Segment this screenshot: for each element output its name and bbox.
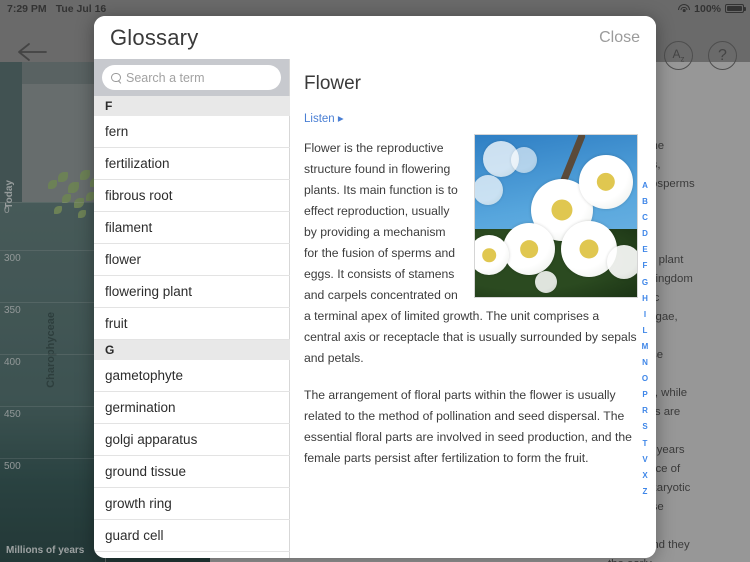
list-item[interactable]: ground tissue	[94, 456, 290, 488]
listen-button[interactable]: Listen ▸	[304, 111, 638, 125]
alpha-index-x[interactable]: X	[642, 468, 647, 484]
alpha-index-o[interactable]: O	[642, 371, 648, 387]
list-item[interactable]: fertilization	[94, 148, 290, 180]
section-header-f: F	[94, 96, 290, 116]
list-item[interactable]: fibrous root	[94, 180, 290, 212]
search-placeholder: Search a term	[126, 70, 205, 85]
list-item[interactable]: filament	[94, 212, 290, 244]
list-item[interactable]: flower	[94, 244, 290, 276]
glossary-term-list[interactable]: Ffern fertilization fibrous root filament fl…	[94, 96, 290, 558]
alpha-index-n[interactable]: N	[642, 355, 648, 371]
alpha-index-a[interactable]: A	[642, 178, 648, 194]
screen: Algae Today Charop	[0, 0, 750, 562]
search-bar-container: Search a term	[94, 59, 289, 96]
alpha-index-f[interactable]: F	[643, 258, 648, 274]
list-item[interactable]: gametophyte	[94, 360, 290, 392]
glossary-body: Search a term Ffern fertilization fibrous …	[94, 59, 656, 558]
alpha-index-v[interactable]: V	[642, 452, 647, 468]
alpha-index-z[interactable]: Z	[643, 484, 648, 500]
glossary-detail-pane: Flower Listen ▸ Flower is the reproducti…	[290, 59, 656, 558]
search-icon	[111, 72, 121, 83]
search-input[interactable]: Search a term	[102, 65, 281, 90]
alpha-index-t[interactable]: T	[643, 436, 648, 452]
close-button[interactable]: Close	[599, 29, 640, 47]
section-header-g: G	[94, 340, 290, 360]
alpha-index-m[interactable]: M	[642, 339, 649, 355]
alpha-index-l[interactable]: L	[643, 323, 648, 339]
alpha-index-e[interactable]: E	[642, 242, 647, 258]
glossary-title: Glossary	[110, 24, 199, 50]
alpha-index-d[interactable]: D	[642, 226, 648, 242]
list-item[interactable]: golgi apparatus	[94, 424, 290, 456]
glossary-list-pane: Search a term Ffern fertilization fibrous …	[94, 59, 290, 558]
detail-title: Flower	[304, 73, 362, 94]
alpha-index-b[interactable]: B	[642, 194, 648, 210]
alpha-index-s[interactable]: S	[642, 419, 647, 435]
glossary-header: Glossary Close	[94, 16, 656, 59]
alpha-index-r[interactable]: R	[642, 403, 648, 419]
alphabet-index[interactable]: ABCDEFGHILMNOPRSTVXZ	[638, 63, 652, 518]
list-item[interactable]: guard cell	[94, 520, 290, 552]
glossary-modal: Glossary Close Search a term Ffern fertil…	[94, 16, 656, 558]
alpha-index-h[interactable]: H	[642, 291, 648, 307]
list-item[interactable]: growth ring	[94, 488, 290, 520]
alpha-index-i[interactable]: I	[644, 307, 646, 323]
detail-paragraph: The arrangement of floral parts within t…	[304, 388, 632, 465]
alpha-index-c[interactable]: C	[642, 210, 648, 226]
list-item[interactable]: fern	[94, 116, 290, 148]
list-item[interactable]: germination	[94, 392, 290, 424]
alpha-index-p[interactable]: P	[642, 387, 647, 403]
alpha-index-g[interactable]: G	[642, 275, 648, 291]
flower-image	[474, 134, 638, 298]
list-item[interactable]: gymnosperm	[94, 552, 290, 558]
list-item[interactable]: fruit	[94, 308, 290, 340]
list-item[interactable]: flowering plant	[94, 276, 290, 308]
